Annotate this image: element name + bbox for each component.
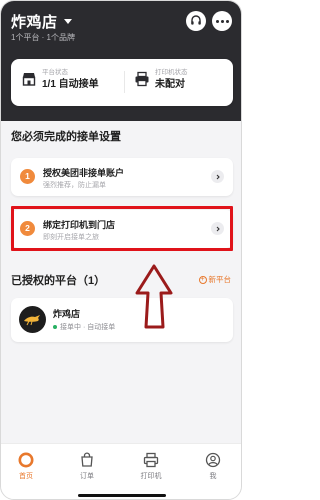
store-selector[interactable]: 炸鸡店 <box>11 11 72 32</box>
store-icon <box>22 73 36 86</box>
status-dot-icon <box>53 325 57 329</box>
divider <box>124 71 125 93</box>
nav-label: 首页 <box>19 473 33 480</box>
nav-profile[interactable]: 我 <box>193 452 233 481</box>
home-indicator <box>78 494 166 497</box>
task-title: 授权美团非接单账户 <box>43 168 125 178</box>
platform-status-line: 接单中 · 自动接单 <box>53 322 115 332</box>
store-name: 炸鸡店 <box>11 14 58 31</box>
status-card: 平台状态 1/1 自动接单 打印机状态 未配对 <box>11 59 233 106</box>
platform-logo <box>19 306 46 333</box>
plus-icon: + <box>198 275 207 284</box>
nav-label: 订单 <box>80 473 94 480</box>
more-dots-icon <box>215 19 229 23</box>
nav-orders[interactable]: 订单 <box>67 452 107 481</box>
nav-label: 打印机 <box>140 473 162 480</box>
caret-down-icon <box>63 19 72 24</box>
up-arrow-annotation-icon <box>135 264 173 329</box>
platform-status-text: 接单中 · 自动接单 <box>60 324 116 331</box>
orders-icon <box>81 452 93 467</box>
chevron-right-icon <box>211 170 224 183</box>
setup-section-title: 您必须完成的接单设置 <box>11 131 121 143</box>
more-button[interactable] <box>212 11 232 31</box>
nav-home[interactable]: 首页 <box>6 452 46 481</box>
bottom-navigation: 首页 订单 打印机 我 <box>1 443 241 499</box>
platforms-section-title: 已授权的平台（1） <box>11 275 106 287</box>
profile-icon <box>205 452 221 468</box>
headset-icon <box>191 15 201 25</box>
add-platform-label: 新平台 <box>208 275 232 284</box>
printer-status-value: 未配对 <box>155 79 185 90</box>
task-authorize-meituan[interactable]: 1 授权美团非接单账户 强烈推荐，防止漏单 <box>11 158 233 196</box>
platform-status[interactable]: 平台状态 1/1 自动接单 <box>21 68 99 92</box>
app-screen: 炸鸡店 1个平台 · 1个品牌 平台状态 1/1 自动接单 打印机状态 未配对 … <box>0 0 242 500</box>
task-subtitle: 强烈推荐，防止漏单 <box>43 182 106 189</box>
nav-label: 我 <box>209 473 217 480</box>
platform-status-value: 1/1 自动接单 <box>42 79 99 90</box>
add-platform-button[interactable]: + 新平台 <box>198 274 232 285</box>
bird-icon <box>24 315 40 326</box>
printer-icon <box>135 71 149 87</box>
store-summary: 1个平台 · 1个品牌 <box>11 33 76 42</box>
printer-status-label: 打印机状态 <box>155 69 188 76</box>
nav-printer[interactable]: 打印机 <box>131 452 171 481</box>
home-icon <box>18 452 34 468</box>
platform-status-label: 平台状态 <box>42 69 68 76</box>
platform-item[interactable]: 炸鸡店 接单中 · 自动接单 <box>11 298 233 342</box>
task-number-badge: 1 <box>20 169 35 184</box>
printer-icon <box>143 452 159 468</box>
platform-name: 炸鸡店 <box>53 309 81 319</box>
support-button[interactable] <box>186 11 206 31</box>
printer-status[interactable]: 打印机状态 未配对 <box>134 68 188 92</box>
highlight-annotation-box <box>11 206 233 251</box>
